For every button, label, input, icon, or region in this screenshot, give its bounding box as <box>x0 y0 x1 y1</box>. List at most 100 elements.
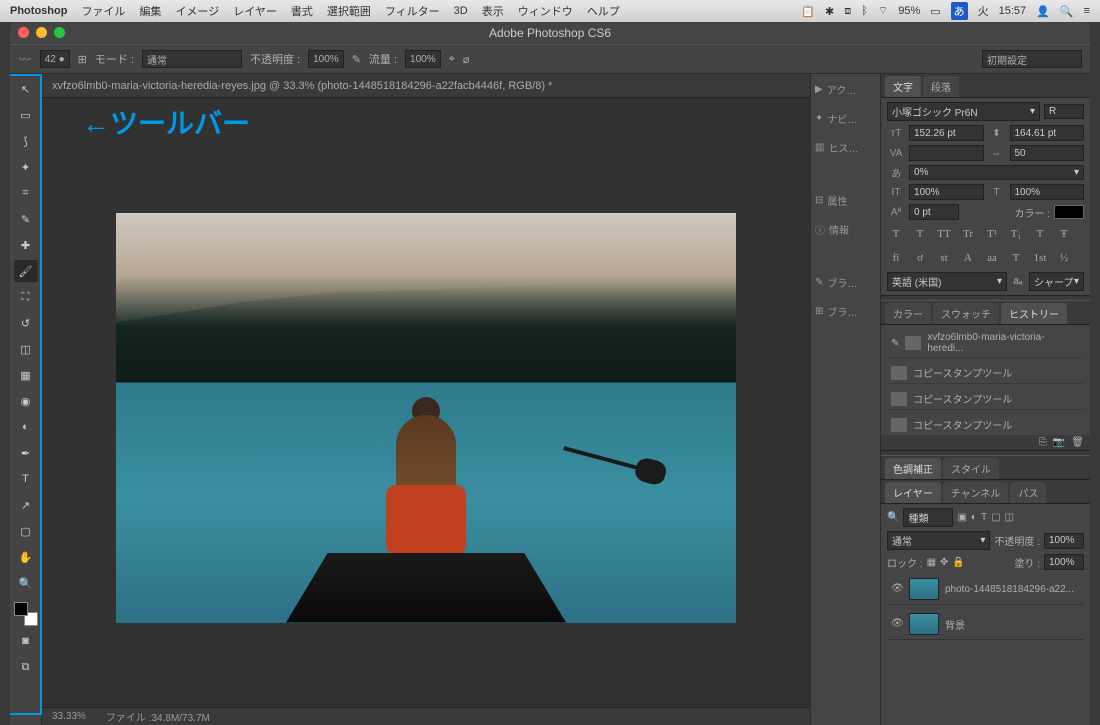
window-minimize[interactable] <box>36 27 47 38</box>
ime-indicator[interactable]: あ <box>951 2 968 20</box>
pressure-size-icon[interactable]: ⌀ <box>463 53 470 66</box>
screenmode-toggle[interactable]: ⧉ <box>14 656 38 678</box>
history-item[interactable]: コピースタンプツール <box>887 362 1084 384</box>
eyedropper-tool[interactable]: ✎ <box>14 208 38 230</box>
tab-swatches[interactable]: スウォッチ <box>933 303 999 324</box>
zoom-level[interactable]: 33.33% <box>52 711 86 722</box>
discretionary-btn[interactable]: st <box>935 250 953 266</box>
clone-tool[interactable]: ⛶ <box>14 286 38 308</box>
filter-icon[interactable]: 🔍 <box>887 512 899 523</box>
stylistic-btn[interactable]: aa <box>983 250 1001 266</box>
bold-btn[interactable]: T <box>887 226 905 242</box>
layer-thumbnail[interactable] <box>909 613 939 635</box>
superscript-btn[interactable]: T¹ <box>983 226 1001 242</box>
menu-view[interactable]: 表示 <box>482 3 504 19</box>
menu-type[interactable]: 書式 <box>291 3 313 19</box>
dropbox-icon[interactable]: ⧈ <box>844 5 851 18</box>
tab-paths[interactable]: パス <box>1010 482 1046 503</box>
mini-brush1[interactable]: ✎ ブラ… <box>815 275 876 290</box>
menu-3d[interactable]: 3D <box>454 5 468 17</box>
vscale-input[interactable]: 100% <box>909 184 984 200</box>
leading-input[interactable]: 164.61 pt <box>1010 125 1085 141</box>
wand-tool[interactable]: ✦ <box>14 156 38 178</box>
marquee-tool[interactable]: ▭ <box>14 104 38 126</box>
clipboard-icon[interactable]: 📋 <box>801 5 815 18</box>
menu-edit[interactable]: 編集 <box>139 3 161 19</box>
underline-btn[interactable]: T <box>1031 226 1049 242</box>
mini-navigator[interactable]: ✦ ナビ… <box>815 111 876 126</box>
subscript-btn[interactable]: T₁ <box>1007 226 1025 242</box>
new-document-icon[interactable]: ⎘ <box>1039 437 1047 448</box>
ligature-btn[interactable]: fi <box>887 250 905 266</box>
tab-layers[interactable]: レイヤー <box>885 482 941 503</box>
mini-properties[interactable]: ⊟ 属性 <box>815 193 876 208</box>
layer-filter-select[interactable]: 種類 <box>903 508 953 527</box>
history-item[interactable]: コピースタンプツール <box>887 388 1084 410</box>
tab-channels[interactable]: チャンネル <box>943 482 1009 503</box>
strike-btn[interactable]: Ŧ <box>1055 226 1073 242</box>
ordinals-btn[interactable]: 1st <box>1031 250 1049 266</box>
brush-icon[interactable]: 〰️ <box>18 53 32 66</box>
titling-btn[interactable]: T <box>1007 250 1025 266</box>
layer-opacity-input[interactable]: 100% <box>1044 533 1084 549</box>
bluetooth-icon[interactable]: ᛒ <box>861 5 868 17</box>
antialias-select[interactable]: シャープ▾ <box>1029 272 1084 291</box>
mini-brush2[interactable]: ⊞ ブラ… <box>815 304 876 319</box>
menu-image[interactable]: イメージ <box>175 3 219 19</box>
filter-smart-icon[interactable]: ◫ <box>1005 512 1014 523</box>
airbrush-icon[interactable]: ⌖ <box>449 53 455 66</box>
tab-history[interactable]: ヒストリー <box>1001 303 1067 324</box>
mini-actions[interactable]: ▶ アク… <box>815 82 876 97</box>
canvas-image[interactable] <box>116 213 736 623</box>
menu-file[interactable]: ファイル <box>81 3 125 19</box>
contextual-btn[interactable]: ơ <box>911 250 929 266</box>
gradient-tool[interactable]: ▦ <box>14 364 38 386</box>
healing-tool[interactable]: ✚ <box>14 234 38 256</box>
lock-all-icon[interactable]: 🔒 <box>952 557 964 568</box>
allcaps-btn[interactable]: TT <box>935 226 953 242</box>
menu-select[interactable]: 選択範囲 <box>327 3 371 19</box>
visibility-icon[interactable]: 👁 <box>891 618 903 630</box>
trash-icon[interactable]: 🗑 <box>1071 437 1084 448</box>
layer-thumbnail[interactable] <box>909 578 939 600</box>
hand-tool[interactable]: ✋ <box>14 546 38 568</box>
window-maximize[interactable] <box>54 27 65 38</box>
path-tool[interactable]: ↗ <box>14 494 38 516</box>
color-swatches[interactable] <box>14 602 38 626</box>
history-brush-tool[interactable]: ↺ <box>14 312 38 334</box>
snapshot-icon[interactable]: 📷 <box>1053 437 1065 448</box>
layer-item[interactable]: 👁photo-1448518184296-a22... <box>887 574 1084 605</box>
hscale-input[interactable]: 100% <box>1010 184 1085 200</box>
notification-icon[interactable]: ≡ <box>1084 5 1090 17</box>
brush-size-input[interactable]: 42 ● <box>40 50 70 68</box>
dodge-tool[interactable]: ◐ <box>14 416 38 438</box>
layer-name[interactable]: 背景 <box>945 617 965 632</box>
move-tool[interactable]: ↖ <box>14 78 38 100</box>
lock-pixels-icon[interactable]: ▦ <box>927 557 936 568</box>
type-tool[interactable]: T <box>14 468 38 490</box>
text-color-swatch[interactable] <box>1054 205 1084 219</box>
italic-btn[interactable]: T <box>911 226 929 242</box>
menu-window[interactable]: ウィンドウ <box>518 3 573 19</box>
tab-styles[interactable]: スタイル <box>943 458 999 479</box>
tab-color[interactable]: カラー <box>885 303 931 324</box>
mode-select[interactable]: 通常 <box>142 50 242 68</box>
flow-input[interactable]: 100% <box>405 50 441 68</box>
menu-layer[interactable]: レイヤー <box>233 3 277 19</box>
wifi-icon[interactable]: ⌔ <box>878 4 888 18</box>
language-select[interactable]: 英語 (米国)▾ <box>887 272 1007 291</box>
tab-character[interactable]: 文字 <box>885 76 921 97</box>
menu-help[interactable]: ヘルプ <box>587 3 620 19</box>
spotlight-icon[interactable]: 🔍 <box>1060 5 1074 18</box>
lock-position-icon[interactable]: ✥ <box>940 557 948 568</box>
filter-pixel-icon[interactable]: ▣ <box>957 512 966 523</box>
quickmask-toggle[interactable]: ◙ <box>14 630 38 652</box>
scale-select[interactable]: 0%▾ <box>909 165 1084 180</box>
filter-shape-icon[interactable]: ▢ <box>991 512 1000 523</box>
foreground-color[interactable] <box>14 602 28 616</box>
user-icon[interactable]: 👤 <box>1036 5 1050 18</box>
history-source[interactable]: ✎xvfzo6lmb0-maria-victoria-heredi... <box>887 329 1084 358</box>
tab-adjustments[interactable]: 色調補正 <box>885 458 941 479</box>
document-tab[interactable]: xvfzo6lmb0-maria-victoria-heredia-reyes.… <box>42 74 810 98</box>
layer-item[interactable]: 👁 背景 <box>887 609 1084 640</box>
